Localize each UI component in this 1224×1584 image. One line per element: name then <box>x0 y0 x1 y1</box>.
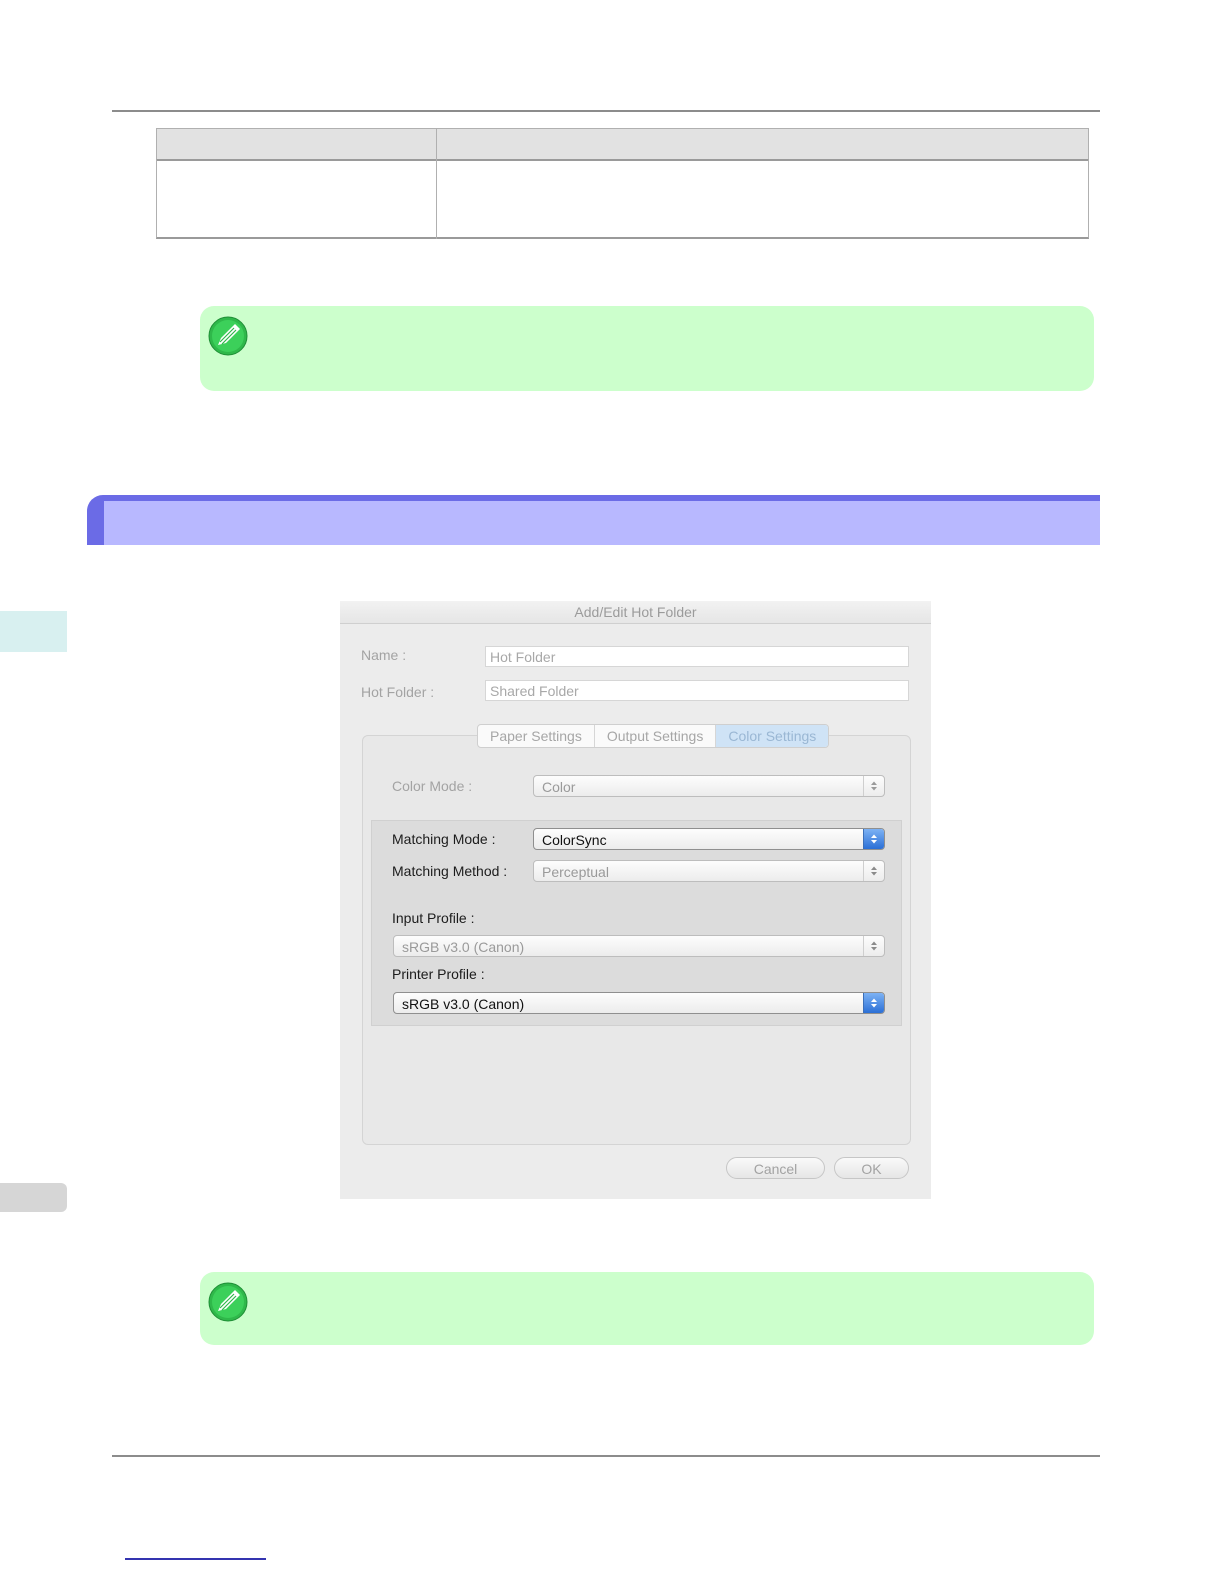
tab-color-settings[interactable]: Color Settings <box>716 725 829 747</box>
printer-profile-label: Printer Profile : <box>392 966 485 982</box>
footer-link-underline[interactable] <box>125 1558 266 1560</box>
settings-table <box>156 128 1089 241</box>
name-label: Name : <box>361 647 407 663</box>
matching-mode-value: ColorSync <box>542 832 607 848</box>
note-box <box>200 306 1094 391</box>
add-edit-hot-folder-dialog: Add/Edit Hot Folder Name : Hot Folder Ho… <box>340 601 931 1199</box>
footer-rule <box>112 1455 1100 1457</box>
matching-mode-popup[interactable]: ColorSync <box>533 828 885 850</box>
section-heading-band-inner <box>104 501 1100 545</box>
note-pencil-icon <box>208 1282 248 1322</box>
printer-profile-value: sRGB v3.0 (Canon) <box>402 996 525 1012</box>
hot-folder-field[interactable]: Shared Folder <box>485 680 909 701</box>
chapter-side-tab <box>0 611 67 652</box>
table-header-row <box>156 128 1089 161</box>
chevron-updown-icon <box>863 936 884 956</box>
hot-folder-label: Hot Folder : <box>361 684 435 700</box>
dialog-title: Add/Edit Hot Folder <box>340 601 931 624</box>
table-row <box>156 160 1089 239</box>
chevron-updown-icon <box>863 829 884 849</box>
settings-group-box: Color Mode : Color Matching Mode : Color… <box>362 735 911 1145</box>
color-mode-value: Color <box>542 779 576 795</box>
chevron-updown-icon <box>863 861 884 881</box>
input-profile-value: sRGB v3.0 (Canon) <box>402 939 525 955</box>
matching-method-label: Matching Method : <box>392 863 508 879</box>
matching-method-popup[interactable]: Perceptual <box>533 860 885 882</box>
tab-paper-settings[interactable]: Paper Settings <box>478 725 595 747</box>
table-column-divider <box>436 128 437 239</box>
printer-profile-popup[interactable]: sRGB v3.0 (Canon) <box>393 992 885 1014</box>
chevron-updown-icon <box>863 776 884 796</box>
matching-mode-label: Matching Mode : <box>392 831 496 847</box>
input-profile-popup[interactable]: sRGB v3.0 (Canon) <box>393 935 885 957</box>
settings-tab-bar: Paper Settings Output Settings Color Set… <box>477 724 830 748</box>
note-pencil-icon <box>208 316 248 356</box>
color-mode-label: Color Mode : <box>392 778 473 794</box>
cancel-button[interactable]: Cancel <box>726 1157 825 1179</box>
matching-method-value: Perceptual <box>542 864 609 880</box>
input-profile-label: Input Profile : <box>392 910 475 926</box>
chevron-updown-icon <box>863 993 884 1013</box>
note-box <box>200 1272 1094 1345</box>
name-field[interactable]: Hot Folder <box>485 646 909 667</box>
color-matching-group: Matching Mode : ColorSync Matching Metho… <box>371 820 902 1026</box>
section-heading-band <box>87 495 1100 545</box>
ok-button[interactable]: OK <box>834 1157 909 1179</box>
index-side-tab <box>0 1183 67 1212</box>
header-rule <box>112 110 1100 112</box>
tab-output-settings[interactable]: Output Settings <box>595 725 717 747</box>
color-mode-popup[interactable]: Color <box>533 775 885 797</box>
